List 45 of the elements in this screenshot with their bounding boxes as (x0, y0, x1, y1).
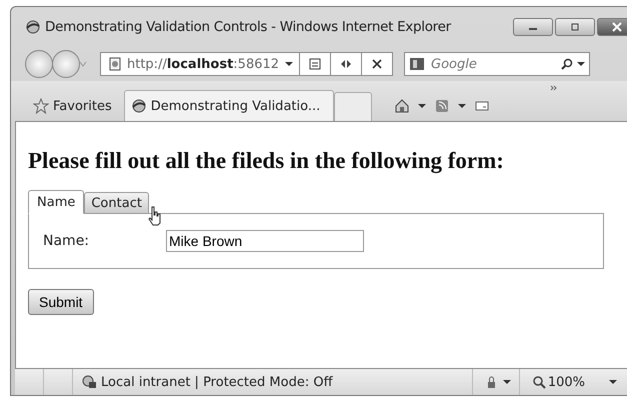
dropdown-icon[interactable] (609, 379, 617, 385)
forward-button[interactable] (52, 50, 80, 78)
refresh-button[interactable] (330, 52, 362, 76)
stop-button[interactable] (361, 52, 393, 76)
compatibility-button[interactable] (299, 52, 331, 76)
zoom-button[interactable]: 100% (520, 374, 609, 390)
form-heading: Please fill out all the fileds in the following form: (28, 148, 504, 174)
dropdown-icon (577, 61, 585, 67)
submit-button[interactable]: Submit (28, 289, 94, 315)
field-label: Name: (43, 233, 90, 249)
security-zone: Local intranet | Protected Mode: Off (101, 374, 333, 390)
close-icon (611, 22, 623, 32)
maximize-button[interactable] (555, 18, 595, 36)
home-icon[interactable] (394, 98, 410, 114)
search-icon (561, 58, 573, 70)
back-button[interactable] (25, 50, 53, 78)
maximize-icon (569, 23, 581, 31)
star-icon (33, 98, 49, 114)
browser-tab[interactable]: Demonstrating Validatio... (124, 90, 334, 121)
window-title: Demonstrating Validation Controls - Windows Internet Explorer (45, 19, 451, 35)
globe-icon (130, 98, 147, 114)
form-tab[interactable]: Name (28, 190, 84, 214)
network-icon (81, 374, 97, 390)
minimize-button[interactable] (513, 18, 553, 36)
feed-icon[interactable] (434, 98, 450, 114)
dropdown-icon[interactable] (418, 103, 426, 109)
hand-cursor-icon (148, 206, 162, 226)
search-field[interactable]: Google (404, 52, 590, 76)
close-icon (371, 58, 383, 70)
search-provider-icon (409, 56, 425, 72)
globe-icon (25, 19, 41, 35)
arrows-icon (339, 57, 353, 71)
dropdown-icon[interactable] (502, 379, 511, 385)
form-tab[interactable]: Contact (84, 192, 149, 214)
name-input[interactable]: Mike Brown (166, 230, 364, 252)
magnifier-icon (532, 375, 546, 389)
close-button[interactable] (597, 18, 627, 36)
favorites-button[interactable]: Favorites (21, 91, 124, 121)
page-icon (308, 57, 322, 71)
page-icon (107, 56, 123, 72)
address-field[interactable]: http://localhost:58612 (100, 52, 300, 76)
chevron-icon[interactable] (550, 85, 558, 91)
dropdown-icon[interactable] (458, 103, 466, 109)
caret-icon (79, 61, 87, 67)
dropdown-icon (285, 61, 293, 67)
